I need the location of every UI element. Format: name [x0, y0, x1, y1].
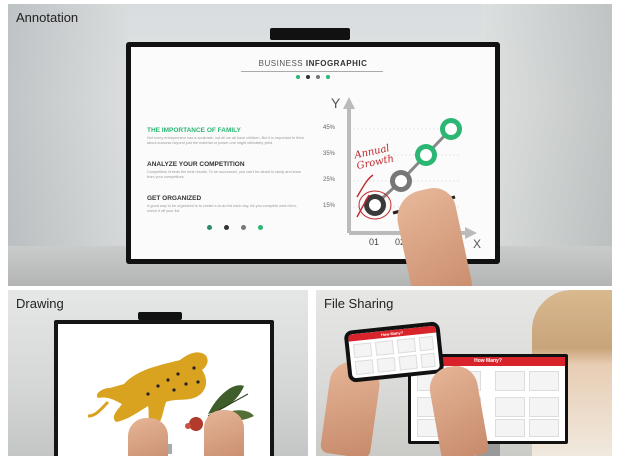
- drawing-panel: Drawing: [8, 290, 308, 456]
- smartphone: How Many?: [343, 321, 445, 383]
- drawing-label: Drawing: [16, 296, 64, 311]
- y-tick-45: 45%: [323, 125, 336, 131]
- x-axis-label: X: [473, 237, 482, 251]
- y-tick-25: 25%: [323, 177, 336, 183]
- file-sharing-label: File Sharing: [324, 296, 394, 311]
- y-tick-35: 35%: [323, 151, 336, 157]
- drawing-hand-left: [128, 418, 168, 456]
- file-sharing-panel: File Sharing How Many? How Many?: [316, 290, 612, 456]
- camera-bar: [138, 312, 182, 320]
- drawing-hand-right: [204, 410, 244, 456]
- background-blur-left: [8, 4, 128, 286]
- y-tick-15: 15%: [323, 203, 336, 209]
- annotation-panel: Annotation BUSINESS INFOGRAPHIC THE IMPO…: [8, 4, 612, 286]
- background-blur-right: [482, 4, 612, 286]
- y-axis-label: Y: [331, 95, 341, 111]
- phone-quiz-screen[interactable]: How Many?: [347, 325, 441, 379]
- annotation-label: Annotation: [16, 10, 79, 25]
- x-tick-01: 01: [369, 237, 380, 247]
- camera-bar: [270, 28, 350, 40]
